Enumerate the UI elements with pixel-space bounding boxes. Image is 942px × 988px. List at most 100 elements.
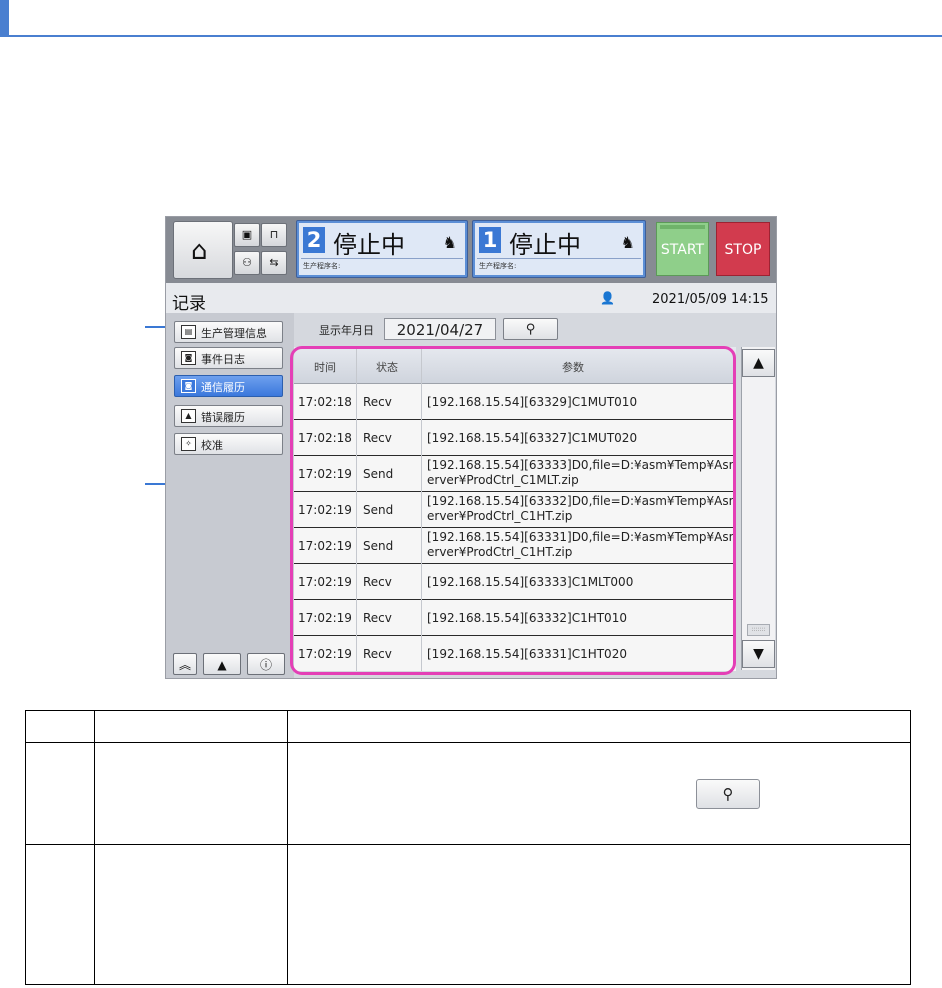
start-button[interactable]: START [656, 222, 709, 276]
cell-param: [192.168.15.54][63331]C1HT020 [427, 646, 627, 661]
cell-state: Send [363, 502, 394, 517]
stop-button[interactable]: STOP [716, 222, 770, 276]
sidebar-item-label: 校准 [201, 439, 223, 452]
page-title: 记录 [172, 294, 206, 314]
calibration-icon: ✧ [181, 437, 196, 451]
sidebar-item-label: 生产管理信息 [201, 327, 267, 340]
lane-panel-2[interactable]: 2 停止中 ♞ 生产程序名: [296, 220, 468, 278]
column-header-param: 参数 [562, 361, 584, 374]
table-row[interactable]: 17:02:18 Recv [192.168.15.54][63329]C1MUT0… [294, 384, 736, 420]
program-name-label: 生产程序名: [303, 262, 341, 270]
program-name-label: 生产程序名: [479, 262, 517, 270]
cell-param: erver¥ProdCtrl_C1MLT.zip [427, 473, 579, 487]
arrow-up-icon: ▲ [753, 355, 764, 371]
table-row[interactable]: 17:02:19 Recv [192.168.15.54][63331]C1HT02… [294, 636, 736, 671]
comm-history-table: 时间 状态 参数 17:02:18 Recv [192.168.15.54][633… [294, 347, 736, 671]
lane-number: 1 [479, 227, 501, 253]
operator-lane-icon: ♞ [442, 233, 457, 252]
keyboard-icon: ▣ [241, 228, 253, 241]
table-header: 时间 状态 参数 [294, 347, 736, 384]
sidebar-item-production[interactable]: ▤ 生产管理信息 [174, 321, 283, 343]
error-history-icon: ▲ [181, 409, 196, 423]
users-icon: ⚇ [242, 256, 252, 269]
search-icon: ⚲ [722, 785, 734, 803]
keyboard-button[interactable]: ▣ [234, 223, 260, 247]
arrow-down-icon: ▼ [753, 646, 764, 662]
scroll-down-button[interactable]: ▼ [742, 640, 775, 668]
sidebar-item-label: 通信履历 [201, 381, 245, 394]
table-row[interactable]: 17:02:19 Send [192.168.15.54][63333]D0,fil… [294, 456, 736, 492]
cell-param: erver¥ProdCtrl_C1HT.zip [427, 545, 573, 559]
cell-state: Recv [363, 394, 392, 409]
column-header-state: 状态 [376, 361, 398, 374]
cell-param: [192.168.15.54][63332]C1HT010 [427, 610, 627, 625]
heading-rule [0, 35, 942, 37]
table-row[interactable]: 17:02:19 Send [192.168.15.54][63332]D0,fil… [294, 492, 736, 528]
date-field[interactable]: 2021/04/27 [384, 318, 496, 340]
ref-cell [287, 710, 911, 743]
sidebar-item-label: 事件日志 [201, 353, 245, 366]
warning-button[interactable]: ▲ [203, 653, 241, 675]
cell-time: 17:02:19 [298, 538, 352, 553]
ref-cell [94, 742, 288, 845]
warning-icon: ▲ [217, 658, 227, 672]
connect-icon: ⇆ [269, 256, 279, 269]
ref-cell [287, 742, 911, 845]
cell-param: [192.168.15.54][63333]D0,file=D:¥asm¥Tem… [427, 458, 736, 472]
lane-number: 2 [303, 227, 325, 253]
column-header-time: 时间 [314, 361, 336, 374]
event-log-icon: ◙ [181, 351, 196, 365]
scroll-thumb[interactable]: ::::::: [747, 624, 770, 636]
scroll-up-button[interactable]: ▲ [742, 349, 775, 377]
cell-param: erver¥ProdCtrl_C1HT.zip [427, 509, 573, 523]
search-icon: ⚲ [525, 322, 536, 337]
sidebar: ▤ 生产管理信息 ◙ 事件日志 ◙ 通信履历 ▲ 错误履历 ✧ 校准 [166, 313, 294, 678]
ref-cell [25, 742, 95, 845]
sidebar-item-label: 错误履历 [201, 411, 245, 424]
reference-table [25, 710, 911, 985]
table-scrollbar[interactable]: ▲ ::::::: ▼ [741, 347, 775, 670]
sidebar-item-comm-history[interactable]: ◙ 通信履历 [174, 375, 283, 397]
cell-time: 17:02:19 [298, 466, 352, 481]
sidebar-item-event-log[interactable]: ◙ 事件日志 [174, 347, 283, 369]
lock-button[interactable]: ⊓ [261, 223, 287, 247]
double-chevron-up-icon: ︽ [178, 658, 191, 672]
table-row[interactable]: 17:02:18 Recv [192.168.15.54][63327]C1MUT0… [294, 420, 736, 456]
table-row[interactable]: 17:02:19 Send [192.168.15.54][63331]D0,fil… [294, 528, 736, 564]
sidebar-item-calibration[interactable]: ✧ 校准 [174, 433, 283, 455]
search-button[interactable]: ⚲ [503, 318, 558, 340]
home-button[interactable]: ⌂ [173, 221, 233, 279]
cell-state: Send [363, 466, 394, 481]
network-button[interactable]: ⇆ [261, 251, 287, 275]
info-button[interactable]: ⓘ [247, 653, 285, 675]
lane-state: 停止中 [509, 231, 581, 259]
date-label: 显示年月日 [319, 324, 374, 337]
collapse-button[interactable]: ︽ [173, 653, 197, 675]
lane-state: 停止中 [333, 231, 405, 259]
datetime: 2021/05/09 14:15 [652, 292, 769, 307]
cell-state: Send [363, 538, 394, 553]
cell-time: 17:02:18 [298, 430, 352, 445]
cell-time: 17:02:19 [298, 574, 352, 589]
operator-button[interactable]: ⚇ [234, 251, 260, 275]
cell-state: Recv [363, 430, 392, 445]
cell-param: [192.168.15.54][63329]C1MUT010 [427, 394, 638, 409]
cell-time: 17:02:19 [298, 610, 352, 625]
cell-time: 17:02:18 [298, 394, 352, 409]
production-icon: ▤ [181, 325, 196, 339]
sidebar-item-error-history[interactable]: ▲ 错误履历 [174, 405, 283, 427]
ref-cell [25, 844, 95, 985]
home-icon: ⌂ [191, 236, 208, 266]
operator-lane-icon: ♞ [620, 233, 635, 252]
heading-marker [0, 0, 9, 36]
ref-cell [287, 844, 911, 985]
cell-state: Recv [363, 574, 392, 589]
table-row[interactable]: 17:02:19 Recv [192.168.15.54][63332]C1HT01… [294, 600, 736, 636]
lock-icon: ⊓ [269, 228, 279, 241]
cell-param: [192.168.15.54][63327]C1MUT020 [427, 430, 638, 445]
user-icon: 👤 [600, 291, 615, 305]
cell-time: 17:02:19 [298, 502, 352, 517]
comm-history-icon: ◙ [181, 379, 196, 393]
lane-panel-1[interactable]: 1 停止中 ♞ 生产程序名: [472, 220, 646, 278]
table-row[interactable]: 17:02:19 Recv [192.168.15.54][63333]C1MLT0… [294, 564, 736, 600]
